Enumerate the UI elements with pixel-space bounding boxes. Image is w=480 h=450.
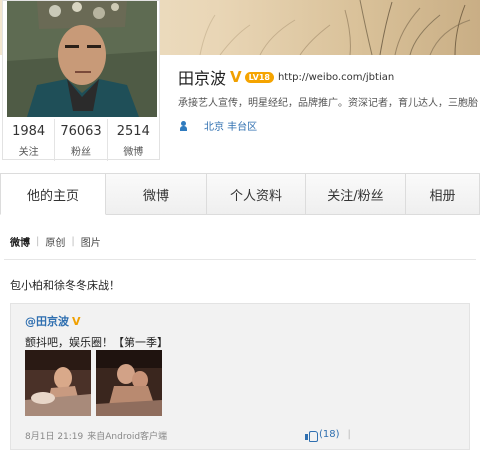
subtab-separator: | [71,236,75,247]
stat-following[interactable]: 1984 关注 [3,119,54,161]
stat-followers-label: 粉丝 [70,147,91,158]
stat-posts-count: 2514 [116,124,150,139]
meta-separator: | [347,429,351,440]
location-link[interactable]: 北京 丰台区 [204,118,257,133]
repost-meta: 8月1日 21:19 来自Android客户端 [25,429,167,442]
like-count: (18) [319,429,340,440]
repost-verified-badge: V [72,315,81,328]
stat-posts[interactable]: 2514 微博 [106,119,159,161]
like-button[interactable]: (18) | [305,429,351,442]
tab-weibo[interactable]: 微博 [106,173,207,215]
tab-profile-info[interactable]: 个人资料 [207,173,306,215]
sub-tabs: 微博 | 原创 | 图片 [0,215,480,277]
tab-album[interactable]: 相册 [406,173,480,215]
stat-followers[interactable]: 76063 粉丝 [54,119,106,161]
home-url-link[interactable]: http://weibo.com/jbtian [278,72,394,83]
verified-badge[interactable]: V [230,68,242,86]
repost-thumbnail[interactable] [25,350,91,416]
repost-text: 颤抖吧，娱乐圈！【第一季】 [25,336,168,349]
stat-followers-count: 76063 [60,124,102,139]
tab-home[interactable]: 他的主页 [0,173,106,215]
stat-following-label: 关注 [18,147,39,158]
thumbs-up-icon [305,430,318,442]
photo-thumbnail-icon [25,350,91,416]
profile-stats: 1984 关注 76063 粉丝 2514 微博 [3,119,159,161]
repost-author-link[interactable]: @田京波 V [25,313,81,329]
profile-tabs: 他的主页 微博 个人资料 关注/粉丝 相册 [0,173,480,215]
repost-thumbnail[interactable] [96,350,162,416]
profile-name-row: 田京波 V LV18 http://weibo.com/jbtian [178,67,394,88]
avatar[interactable] [7,1,157,117]
subtab-pictures[interactable]: 图片 [81,234,101,249]
feed: 包小柏和徐冬冬床战！ @田京波 V 颤抖吧，娱乐圈！【第一季】 8月1日 21:… [0,277,480,450]
profile-bio: 承接艺人宣传，明星经纪，品牌推广。资深记者，育儿达人，三胞胎 [178,98,478,109]
repost-source[interactable]: 来自Android客户端 [87,432,167,442]
avatar-card: 1984 关注 76063 粉丝 2514 微博 [2,0,160,161]
subtab-original[interactable]: 原创 [45,234,65,249]
photo-thumbnail-icon [96,350,162,416]
post-text: 包小柏和徐冬冬床战！ [10,279,120,292]
user-icon [180,120,188,131]
stat-posts-label: 微博 [123,147,144,158]
repost-time[interactable]: 8月1日 21:19 [25,432,83,442]
subtab-weibo[interactable]: 微博 [10,234,30,249]
repost-author: @田京波 [25,315,69,328]
divider [4,259,476,260]
subtab-separator: | [36,236,40,247]
profile-name: 田京波 [178,69,227,88]
stat-following-count: 1984 [12,124,46,139]
user-avatar-photo-icon [7,1,157,117]
location-row: 北京 丰台区 [180,118,257,133]
level-badge[interactable]: LV18 [244,71,274,83]
repost-card: @田京波 V 颤抖吧，娱乐圈！【第一季】 8月1日 21:19 来自Androi… [10,303,470,450]
tab-follow-fans[interactable]: 关注/粉丝 [306,173,406,215]
